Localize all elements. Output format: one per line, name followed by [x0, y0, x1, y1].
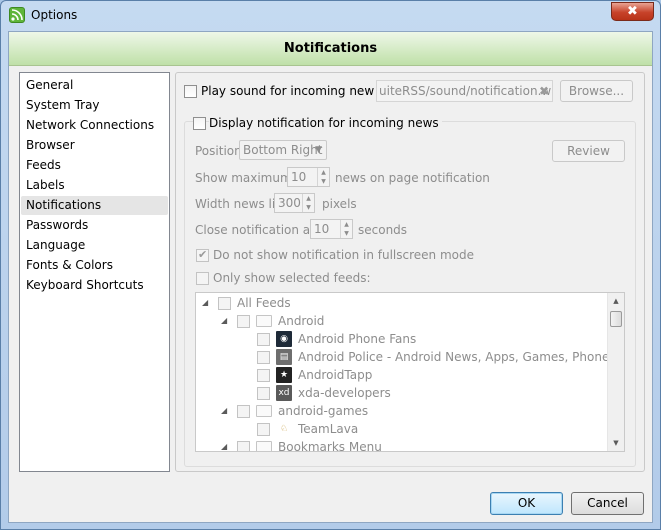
tree-row[interactable]: ▤ Android Police - Android News, Apps, G… — [196, 348, 624, 366]
fullscreen-checkbox[interactable]: ✔ — [196, 248, 209, 262]
max-suffix-label: news on page notification — [335, 171, 490, 185]
fullscreen-label: Do not show notification in fullscreen m… — [213, 248, 474, 262]
nav-item-labels[interactable]: Labels — [21, 176, 168, 195]
position-label: Position — [195, 144, 242, 158]
close-after-spinbox[interactable]: 10 ▲ ▼ — [310, 219, 353, 239]
tree-row[interactable]: ◢ All Feeds — [196, 294, 608, 312]
clear-icon[interactable]: ✖ — [539, 81, 549, 101]
teamlava-icon: ♘ — [276, 421, 292, 437]
display-notification-group: Display notification for incoming news P… — [184, 116, 636, 467]
nav-item-system-tray[interactable]: System Tray — [21, 96, 168, 115]
position-select[interactable]: Bottom Right ▼ — [239, 140, 327, 160]
max-news-spinbox[interactable]: 10 ▲ ▼ — [287, 167, 330, 187]
max-news-value: 10 — [291, 170, 307, 184]
tree-row-label: Android Phone Fans — [298, 332, 417, 346]
nav-item-notifications[interactable]: Notifications — [21, 196, 168, 215]
scroll-down-icon[interactable]: ▼ — [608, 435, 624, 451]
tree-row-label: Bookmarks Menu — [278, 440, 382, 452]
width-prefix-label: Width news list — [195, 197, 287, 211]
tree-row[interactable]: ◉ Android Phone Fans — [196, 330, 608, 348]
nav-item-network-connections[interactable]: Network Connections — [21, 116, 168, 135]
feed-icon: ▤ — [276, 349, 292, 365]
tree-row-label: Android Police - Android News, Apps, Gam… — [298, 350, 625, 364]
spin-arrows-icon[interactable]: ▲ ▼ — [302, 194, 314, 212]
close-icon: ✖ — [627, 4, 638, 19]
expand-triangle-icon[interactable]: ◢ — [221, 312, 227, 330]
scroll-thumb[interactable] — [610, 311, 622, 327]
tree-row[interactable]: ★ AndroidTapp — [196, 366, 608, 384]
tree-checkbox[interactable] — [237, 315, 250, 328]
folder-icon — [256, 405, 272, 417]
close-button[interactable]: ✖ — [611, 2, 654, 21]
expand-triangle-icon[interactable]: ◢ — [202, 294, 208, 312]
tree-checkbox[interactable] — [218, 297, 231, 310]
dialog-client-area: Notifications General System Tray Networ… — [8, 31, 653, 523]
nav-item-general[interactable]: General — [21, 76, 168, 95]
tree-row-label: AndroidTapp — [298, 368, 373, 382]
width-suffix-label: pixels — [322, 197, 357, 211]
tree-checkbox[interactable] — [257, 351, 270, 364]
nav-item-browser[interactable]: Browser — [21, 136, 168, 155]
tree-row-label: Android — [278, 314, 325, 328]
expand-triangle-icon[interactable]: ◢ — [221, 438, 227, 451]
nav-item-feeds[interactable]: Feeds — [21, 156, 168, 175]
position-value: Bottom Right — [243, 143, 323, 157]
tree-row-label: TeamLava — [298, 422, 359, 436]
spin-arrows-icon[interactable]: ▲ ▼ — [340, 220, 352, 238]
tree-row[interactable]: ◢ android-games — [196, 402, 608, 420]
feeds-tree: ◢ All Feeds ◢ Android ◉ Android Phone Fa… — [195, 292, 625, 452]
tree-scrollbar[interactable]: ▲ ▼ — [607, 293, 624, 451]
rss-app-icon — [9, 7, 25, 23]
folder-icon — [256, 315, 272, 327]
tree-row[interactable]: ♘ TeamLava — [196, 420, 608, 438]
header-band: Notifications — [9, 32, 652, 66]
folder-icon — [256, 441, 272, 451]
notifications-panel: Play sound for incoming new news uiteRSS… — [175, 72, 645, 472]
tree-checkbox[interactable] — [257, 423, 270, 436]
play-sound-checkbox[interactable] — [184, 85, 197, 98]
tree-row[interactable]: ◢ Bookmarks Menu — [196, 438, 608, 452]
nav-item-fonts-colors[interactable]: Fonts & Colors — [21, 256, 168, 275]
tree-checkbox[interactable] — [237, 441, 250, 451]
sound-file-field[interactable]: uiteRSS/sound/notification.wav ✖ — [376, 80, 553, 102]
width-spinbox[interactable]: 300 ▲ ▼ — [274, 193, 315, 213]
expand-triangle-icon[interactable]: ◢ — [221, 402, 227, 420]
selected-feeds-checkbox[interactable] — [196, 272, 209, 285]
tree-row[interactable]: xd xda-developers — [196, 384, 608, 402]
tree-checkbox[interactable] — [257, 369, 270, 382]
feed-icon: ◉ — [276, 331, 292, 347]
nav-item-language[interactable]: Language — [21, 236, 168, 255]
tree-row[interactable]: ◢ Android — [196, 312, 608, 330]
tree-row-label: android-games — [278, 404, 369, 418]
selected-feeds-label: Only show selected feeds: — [213, 271, 371, 285]
feed-icon: xd — [276, 385, 292, 401]
width-value: 300 — [278, 196, 301, 210]
window-title: Options — [31, 8, 78, 22]
options-nav-list: General System Tray Network Connections … — [19, 72, 170, 472]
close-suffix-label: seconds — [358, 223, 408, 237]
nav-item-passwords[interactable]: Passwords — [21, 216, 168, 235]
scroll-up-icon[interactable]: ▲ — [608, 293, 624, 309]
page-title: Notifications — [283, 41, 378, 56]
chevron-down-icon: ▼ — [315, 145, 322, 155]
star-icon: ★ — [276, 367, 292, 383]
check-icon: ✔ — [198, 248, 208, 261]
nav-item-keyboard-shortcuts[interactable]: Keyboard Shortcuts — [21, 276, 168, 295]
spin-arrows-icon[interactable]: ▲ ▼ — [317, 168, 329, 186]
display-notification-label: Display notification for incoming news — [209, 116, 442, 130]
tree-row-label: All Feeds — [237, 296, 291, 310]
sound-file-path: uiteRSS/sound/notification.wav — [379, 84, 553, 98]
display-notification-checkbox[interactable] — [193, 117, 206, 130]
close-after-value: 10 — [314, 222, 330, 236]
review-button[interactable]: Review — [552, 140, 625, 162]
tree-checkbox[interactable] — [237, 405, 250, 418]
cancel-button[interactable]: Cancel — [571, 492, 644, 515]
options-window: Options ✖ Notifications General System T… — [0, 0, 661, 530]
tree-checkbox[interactable] — [257, 387, 270, 400]
tree-row-label: xda-developers — [298, 386, 391, 400]
tree-checkbox[interactable] — [257, 333, 270, 346]
browse-button[interactable]: Browse... — [560, 80, 633, 102]
title-bar[interactable]: Options ✖ — [1, 1, 660, 30]
ok-button[interactable]: OK — [490, 492, 563, 515]
